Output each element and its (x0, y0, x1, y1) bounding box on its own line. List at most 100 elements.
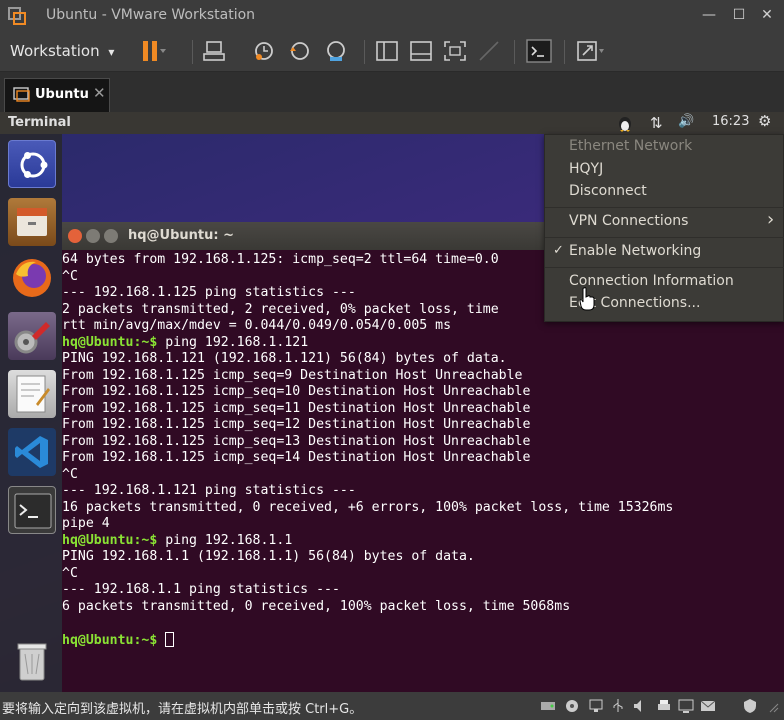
chevron-down-icon: ▾ (108, 45, 115, 59)
terminal-line-text: From 192.168.1.125 icmp_seq=12 Destinati… (62, 417, 531, 432)
menu-item-disconnect[interactable]: Disconnect (569, 183, 647, 199)
terminal-line-text: ^C (62, 268, 78, 284)
minimize-window-icon[interactable] (86, 229, 100, 243)
menu-header-ethernet: Ethernet Network (569, 138, 693, 154)
terminal-line: hq@Ubuntu:~$ ping 192.168.1.121 (62, 335, 784, 352)
text-cursor (165, 631, 175, 647)
workstation-menu[interactable]: Workstation ▾ (10, 42, 114, 60)
tux-icon[interactable] (616, 114, 634, 132)
vmware-toolbar: Workstation ▾ (0, 32, 784, 72)
snapshot-manager-icon[interactable] (322, 38, 352, 64)
terminal-line: From 192.168.1.125 icmp_seq=14 Destinati… (62, 450, 784, 467)
ubuntu-top-panel: Terminal ⇅ 🔊 16:23 ⚙ (0, 112, 784, 134)
vm-icon (13, 87, 30, 102)
close-window-icon[interactable] (68, 229, 82, 243)
terminal-line-text: From 192.168.1.125 icmp_seq=11 Destinati… (62, 400, 531, 416)
terminal-line-text: ping 192.168.1.1 (157, 532, 293, 548)
menu-divider (545, 237, 784, 238)
cdrom-icon[interactable] (564, 698, 580, 714)
usb-icon[interactable] (610, 698, 626, 714)
pause-icon[interactable] (138, 38, 168, 64)
terminal-line: --- 192.168.1.121 ping statistics --- (62, 483, 784, 500)
terminal-line: pipe 4 (62, 516, 784, 533)
workstation-menu-label: Workstation (10, 42, 100, 60)
display-icon[interactable] (678, 698, 694, 714)
terminal-line: 16 packets transmitted, 0 received, +6 e… (62, 500, 784, 517)
network-menu: Ethernet Network HQYJ Disconnect VPN Con… (544, 134, 784, 322)
terminal-line: hq@Ubuntu:~$ (62, 631, 784, 649)
show-library-icon[interactable] (372, 38, 402, 64)
close-button[interactable]: ✕ (756, 4, 778, 26)
checkmark-icon: ✓ (553, 243, 564, 258)
menu-item-vpn[interactable]: VPN Connections (569, 213, 688, 229)
chevron-right-icon: › (767, 209, 775, 230)
terminal-line-text: From 192.168.1.125 icmp_seq=14 Destinati… (62, 450, 531, 465)
terminal-line-text: ^C (62, 565, 78, 581)
terminal-icon (14, 493, 52, 529)
dash-button[interactable] (8, 140, 56, 188)
hard-disk-icon[interactable] (540, 698, 556, 714)
snapshot-icon[interactable] (250, 38, 280, 64)
sound-card-icon[interactable] (632, 698, 648, 714)
network-indicator-icon[interactable]: ⇅ (650, 114, 663, 132)
terminal-line: PING 192.168.1.121 (192.168.1.121) 56(84… (62, 351, 784, 368)
clock[interactable]: 16:23 (712, 114, 749, 129)
menu-item-enable-networking[interactable]: Enable Networking (569, 243, 701, 259)
system-settings-icon (14, 322, 50, 354)
terminal-line-text: --- 192.168.1.121 ping statistics --- (62, 483, 356, 498)
files-launcher[interactable] (8, 198, 56, 246)
shield-icon[interactable] (742, 698, 758, 714)
terminal-launcher[interactable] (8, 486, 56, 534)
full-screen-icon[interactable] (440, 38, 470, 64)
unity-launcher (0, 134, 62, 692)
terminal-line-text: 64 bytes from 192.168.1.125: icmp_seq=2 … (62, 252, 499, 267)
terminal-line: --- 192.168.1.1 ping statistics --- (62, 582, 784, 599)
resize-grip-icon[interactable] (764, 698, 780, 714)
minimize-button[interactable]: — (698, 4, 720, 26)
thumbnail-bar-icon[interactable] (406, 38, 436, 64)
network-adapter-icon[interactable] (588, 698, 604, 714)
vmware-logo-icon (8, 7, 26, 25)
terminal-line-text: PING 192.168.1.1 (192.168.1.1) 56(84) by… (62, 549, 475, 564)
terminal-line-text: ^C (62, 466, 78, 482)
vm-tab-strip: Ubuntu ✕ (0, 72, 784, 112)
printer-icon[interactable] (656, 698, 672, 714)
active-app-title: Terminal (8, 115, 71, 130)
terminal-line-text: ping 192.168.1.121 (157, 334, 309, 350)
settings-launcher[interactable] (8, 312, 56, 360)
send-keys-icon[interactable] (200, 38, 230, 64)
window-title-bar: Ubuntu - VMware Workstation — ☐ ✕ (0, 0, 784, 32)
firefox-launcher[interactable] (8, 254, 56, 302)
terminal-line-text: From 192.168.1.125 icmp_seq=9 Destinatio… (62, 367, 523, 383)
maximize-button[interactable]: ☐ (728, 4, 750, 26)
terminal-line: From 192.168.1.125 icmp_seq=10 Destinati… (62, 384, 784, 401)
console-view-icon[interactable] (524, 38, 554, 64)
maximize-window-icon[interactable] (104, 229, 118, 243)
terminal-title: hq@Ubuntu: ~ (128, 228, 235, 243)
gear-icon[interactable]: ⚙ (758, 112, 771, 130)
terminal-line-text (157, 633, 165, 648)
revert-snapshot-icon[interactable] (286, 38, 316, 64)
tab-ubuntu[interactable]: Ubuntu ✕ (4, 78, 110, 112)
terminal-line: From 192.168.1.125 icmp_seq=13 Destinati… (62, 434, 784, 451)
terminal-line-text: From 192.168.1.125 icmp_seq=10 Destinati… (62, 384, 531, 399)
message-icon[interactable] (700, 698, 716, 714)
toolbar-divider (364, 40, 365, 64)
stretch-guest-icon[interactable] (574, 38, 604, 64)
toolbar-divider (564, 40, 565, 64)
terminal-line: From 192.168.1.125 icmp_seq=12 Destinati… (62, 417, 784, 434)
text-editor-launcher[interactable] (8, 370, 56, 418)
tab-close-icon[interactable]: ✕ (93, 84, 106, 102)
menu-item-hqyj[interactable]: HQYJ (569, 161, 603, 177)
terminal-line-text: pipe 4 (62, 516, 110, 531)
toolbar-divider (514, 40, 515, 64)
firefox-icon (13, 259, 51, 297)
shell-prompt: hq@Ubuntu:~$ (62, 532, 158, 548)
menu-divider (545, 267, 784, 268)
terminal-line: From 192.168.1.125 icmp_seq=9 Destinatio… (62, 368, 784, 385)
volume-icon[interactable]: 🔊 (678, 114, 694, 129)
terminal-line-text: --- 192.168.1.125 ping statistics --- (62, 285, 356, 300)
vscode-launcher[interactable] (8, 428, 56, 476)
trash-launcher[interactable] (8, 636, 56, 684)
